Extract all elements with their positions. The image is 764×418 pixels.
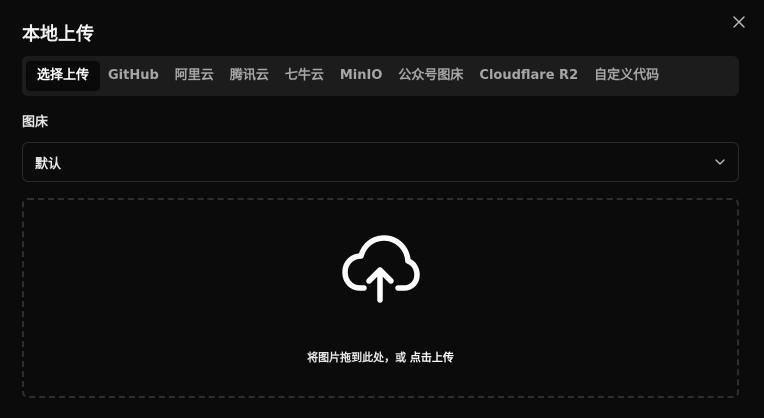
chevron-down-icon — [715, 159, 725, 165]
tab-minio[interactable]: MinIO — [332, 61, 391, 91]
tab-select-upload[interactable]: 选择上传 — [26, 61, 101, 91]
dropzone-hint: 将图片拖到此处，或 — [307, 351, 410, 364]
image-host-select[interactable]: 默认 — [22, 142, 739, 182]
dialog-title: 本地上传 — [22, 24, 94, 45]
dropzone-text: 将图片拖到此处，或 点击上传 — [24, 349, 737, 365]
tab-aliyun[interactable]: 阿里云 — [167, 61, 222, 91]
tab-tencent-cloud[interactable]: 腾讯云 — [222, 61, 277, 91]
tab-cloudflare-r2[interactable]: Cloudflare R2 — [471, 61, 586, 91]
close-icon[interactable] — [731, 14, 747, 30]
upload-source-tabs: 选择上传 GitHub 阿里云 腾讯云 七牛云 MinIO 公众号图床 Clou… — [22, 56, 739, 96]
upload-dropzone[interactable]: 将图片拖到此处，或 点击上传 — [22, 198, 739, 398]
cloud-upload-icon — [342, 235, 420, 303]
tab-qiniu[interactable]: 七牛云 — [277, 61, 332, 91]
image-host-selected-value: 默认 — [35, 156, 62, 172]
tab-wechat-mp[interactable]: 公众号图床 — [390, 61, 471, 91]
tab-github[interactable]: GitHub — [100, 61, 167, 91]
tab-custom-code[interactable]: 自定义代码 — [586, 61, 667, 91]
image-host-label: 图床 — [22, 115, 49, 130]
click-upload-link[interactable]: 点击上传 — [410, 351, 454, 364]
